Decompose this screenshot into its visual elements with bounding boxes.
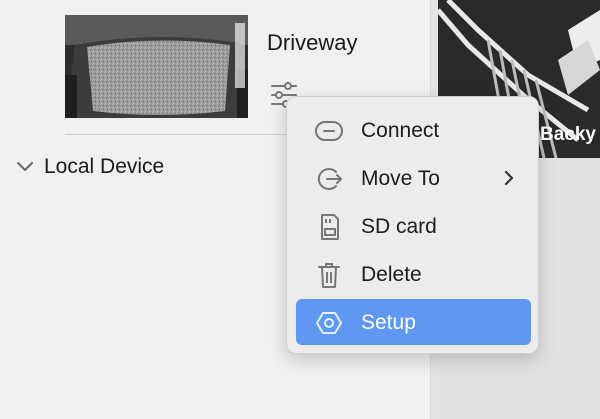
- hexagon-settings-icon: [316, 312, 342, 334]
- camera-label: Backy: [540, 124, 596, 145]
- local-device-section-header[interactable]: Local Device: [14, 155, 164, 179]
- trash-icon: [318, 263, 340, 288]
- chevron-down-icon: [17, 162, 33, 171]
- sidebar-divider: [65, 134, 290, 135]
- chevron-right-icon: [504, 170, 514, 186]
- move-to-icon: [317, 168, 342, 190]
- menu-label: Move To: [361, 167, 440, 190]
- menu-label: Connect: [361, 119, 440, 142]
- device-name: Driveway: [267, 30, 358, 55]
- menu-item-delete[interactable]: Delete: [296, 251, 531, 297]
- menu-item-connect[interactable]: Connect: [296, 107, 531, 153]
- sd-card-icon: [321, 214, 339, 240]
- section-title: Local Device: [44, 155, 165, 178]
- connect-icon: [315, 121, 343, 141]
- menu-label: Delete: [361, 263, 422, 286]
- menu-item-sd-card[interactable]: SD card: [296, 203, 531, 249]
- driveway-camera-image: [65, 15, 248, 118]
- menu-label: Setup: [361, 311, 416, 334]
- menu-label: SD card: [361, 215, 437, 238]
- context-menu: Connect Move To SD card Delete Setup: [286, 96, 539, 354]
- device-thumbnail[interactable]: [65, 15, 248, 118]
- menu-item-setup[interactable]: Setup: [296, 299, 531, 345]
- menu-item-move-to[interactable]: Move To: [296, 155, 531, 201]
